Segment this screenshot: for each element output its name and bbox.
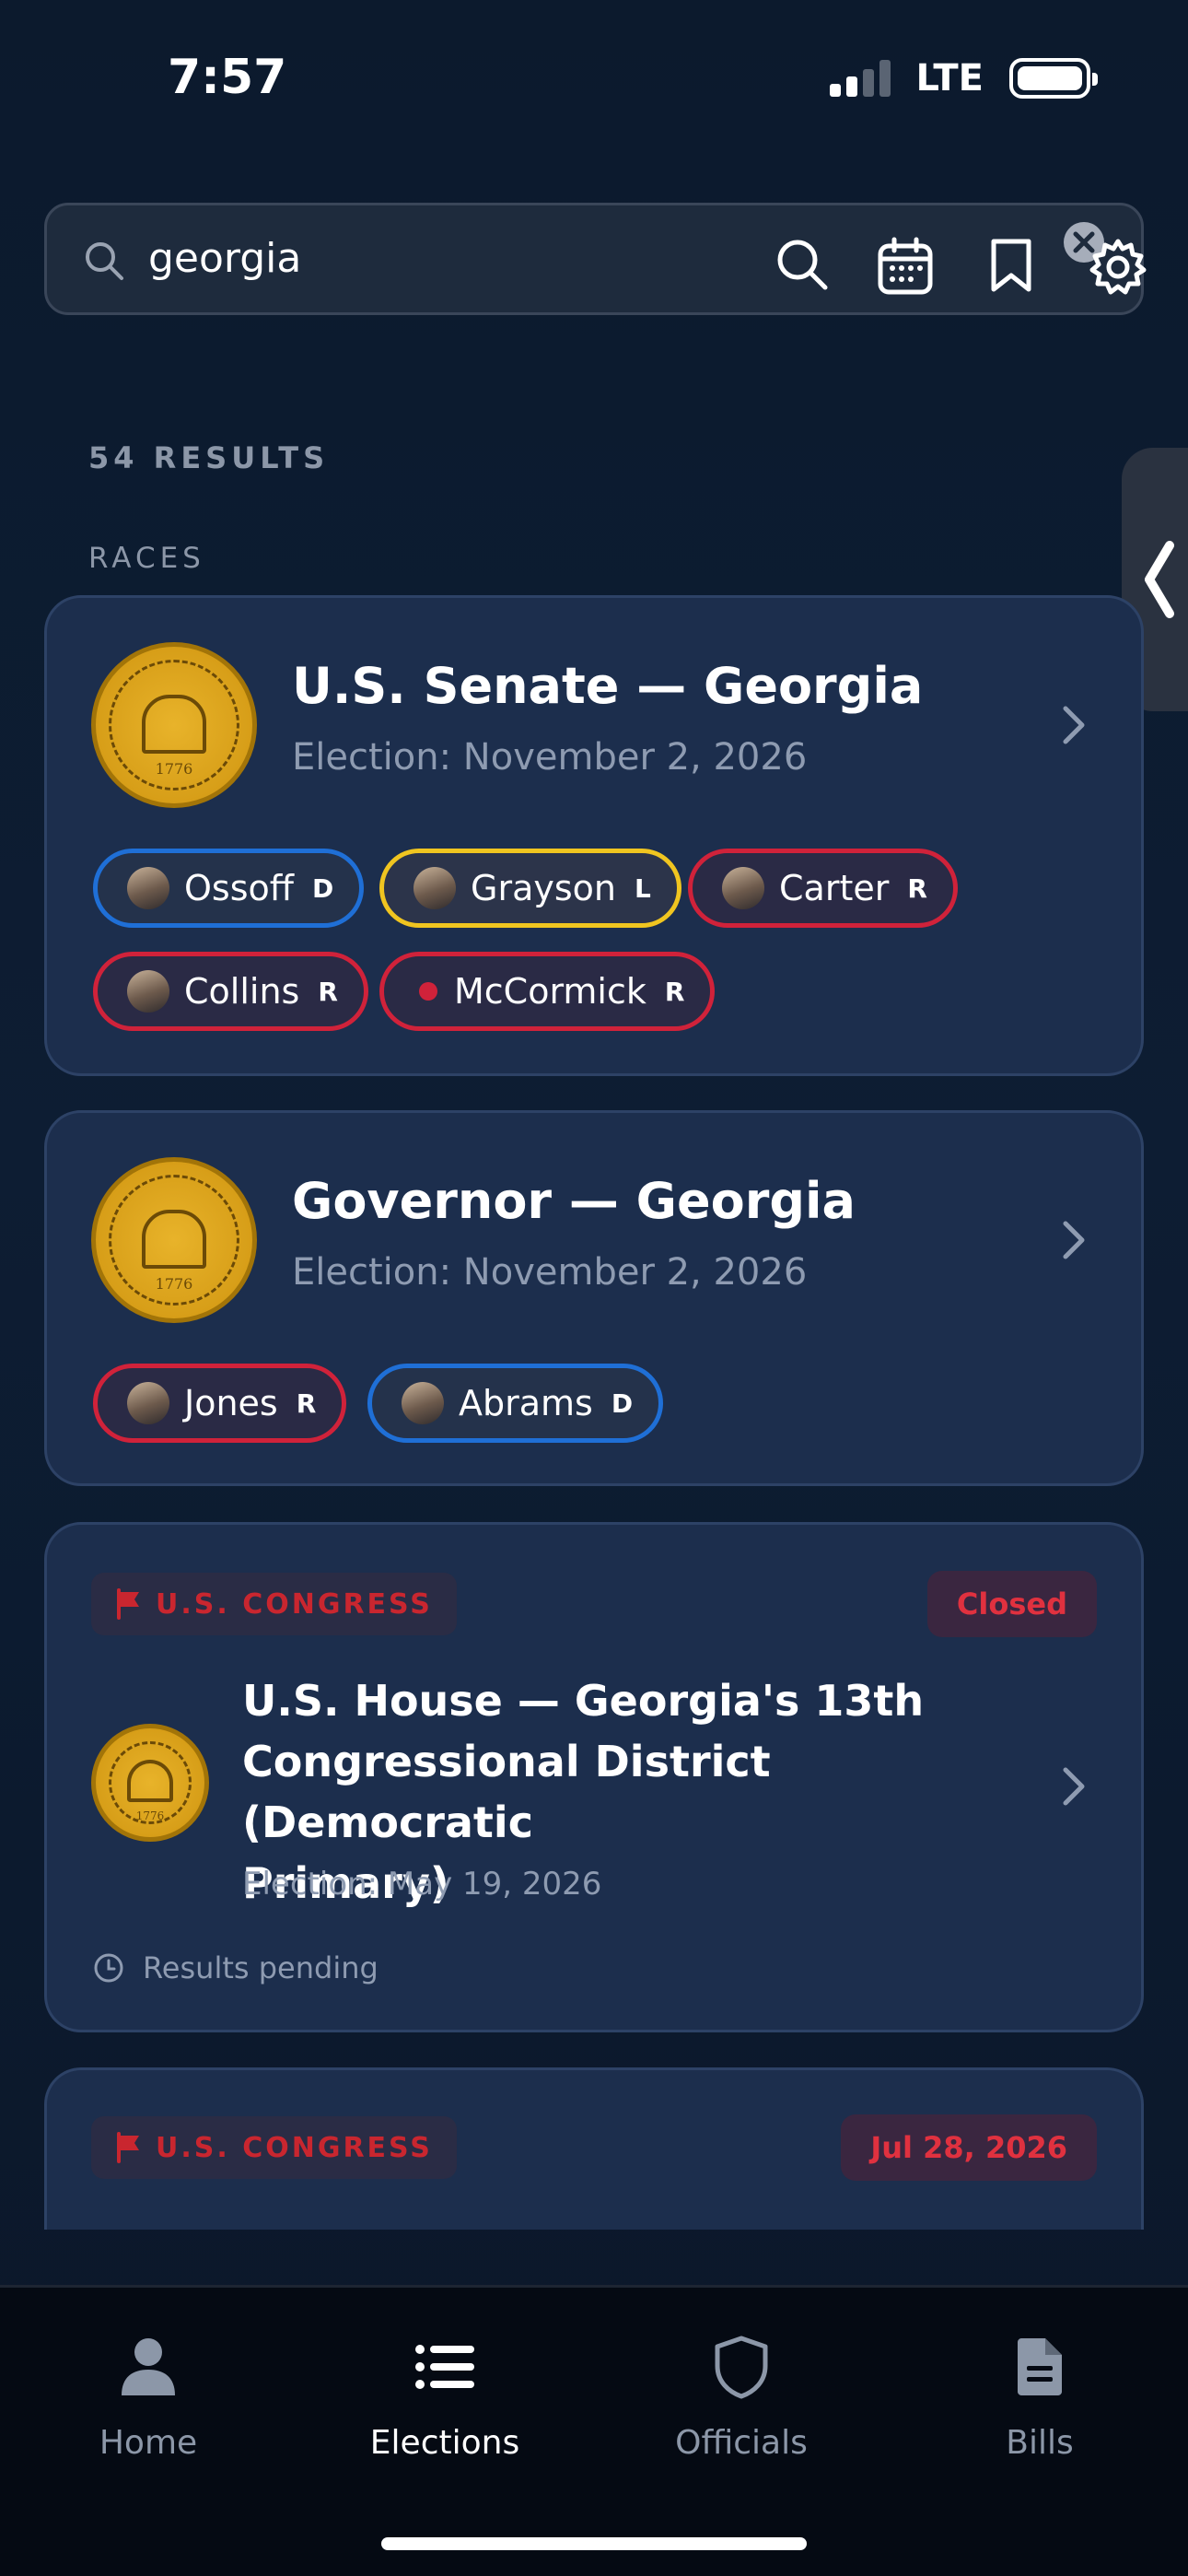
results-status: Results pending: [93, 1950, 379, 1985]
georgia-seal-icon: 1776: [91, 1157, 257, 1323]
search-icon: [86, 242, 123, 280]
category-tag: U.S. CONGRESS: [91, 2116, 457, 2179]
candidate-chip-ossoff[interactable]: Ossoff D: [93, 849, 365, 928]
search-submit-icon[interactable]: [775, 237, 830, 292]
chevron-left-icon: [1145, 541, 1174, 618]
chevron-right-icon: [1063, 1221, 1085, 1259]
calendar-icon[interactable]: [876, 237, 935, 296]
tab-home[interactable]: Home: [0, 2330, 297, 2462]
tab-bills[interactable]: Bills: [891, 2330, 1188, 2462]
search-bar[interactable]: georgia: [44, 203, 1147, 315]
tab-bar: Home Elections Officials Bills: [0, 2285, 1188, 2576]
document-icon: [1018, 2338, 1062, 2395]
section-label-races: RACES: [88, 542, 205, 575]
shield-icon: [715, 2336, 768, 2399]
candidate-chip-abrams[interactable]: Abrams D: [367, 1364, 664, 1443]
search-input[interactable]: georgia: [148, 235, 301, 282]
status-time: 7:57: [168, 50, 287, 105]
chevron-right-icon: [1063, 706, 1085, 744]
race-card-governor[interactable]: 1776 Governor — Georgia Election: Novemb…: [44, 1110, 1144, 1486]
race-date: Election: November 2, 2026: [292, 1251, 808, 1294]
clock-icon: [94, 1953, 123, 1983]
avatar: [413, 867, 456, 909]
avatar: [127, 970, 169, 1013]
bookmark-icon[interactable]: [988, 237, 1034, 294]
race-title: Governor — Georgia: [292, 1172, 856, 1230]
flag-icon: [117, 1588, 139, 1620]
person-icon: [122, 2338, 175, 2395]
status-indicators: LTE: [829, 57, 1098, 100]
race-card-senate[interactable]: 1776 U.S. Senate — Georgia Election: Nov…: [44, 595, 1144, 1076]
race-title: U.S. Senate — Georgia: [292, 657, 924, 715]
race-date: Election: May 19, 2026: [242, 1866, 602, 1903]
candidate-chip-jones[interactable]: Jones R: [93, 1364, 347, 1443]
georgia-seal-icon: 1776: [91, 642, 257, 808]
gear-icon[interactable]: [1088, 237, 1148, 298]
list-icon: [415, 2345, 474, 2389]
tab-elections[interactable]: Elections: [297, 2330, 593, 2462]
chevron-right-icon: [1063, 1767, 1085, 1806]
avatar: [722, 867, 764, 909]
candidate-chip-grayson[interactable]: Grayson L: [379, 849, 681, 928]
status-badge: Closed: [926, 1571, 1097, 1637]
candidate-chip-carter[interactable]: Carter R: [688, 849, 958, 928]
georgia-seal-icon: 1776: [91, 1724, 209, 1842]
app-screen: 7:57 LTE georgia 54 RESULTS RACES 1776 U…: [0, 0, 1188, 2576]
home-indicator[interactable]: [381, 2537, 807, 2550]
avatar: [127, 867, 169, 909]
network-label: LTE: [915, 57, 984, 100]
candidate-chip-collins[interactable]: Collins R: [93, 952, 368, 1031]
date-badge: Jul 28, 2026: [841, 2114, 1097, 2181]
race-card-congress-partial[interactable]: U.S. CONGRESS Jul 28, 2026: [44, 2067, 1144, 2230]
status-dot: [419, 982, 437, 1001]
race-date: Election: November 2, 2026: [292, 736, 808, 779]
avatar: [402, 1382, 444, 1424]
battery-icon: [1009, 58, 1098, 99]
signal-icon: [829, 60, 891, 97]
tab-officials[interactable]: Officials: [593, 2330, 890, 2462]
race-card-house-13th[interactable]: U.S. CONGRESS Closed 1776 U.S. House — G…: [44, 1522, 1144, 2032]
category-tag: U.S. CONGRESS: [91, 1573, 457, 1635]
avatar: [127, 1382, 169, 1424]
candidate-chip-mccormick[interactable]: McCormick R: [379, 952, 716, 1031]
flag-icon: [117, 2132, 139, 2163]
results-count: 54 RESULTS: [88, 440, 330, 475]
